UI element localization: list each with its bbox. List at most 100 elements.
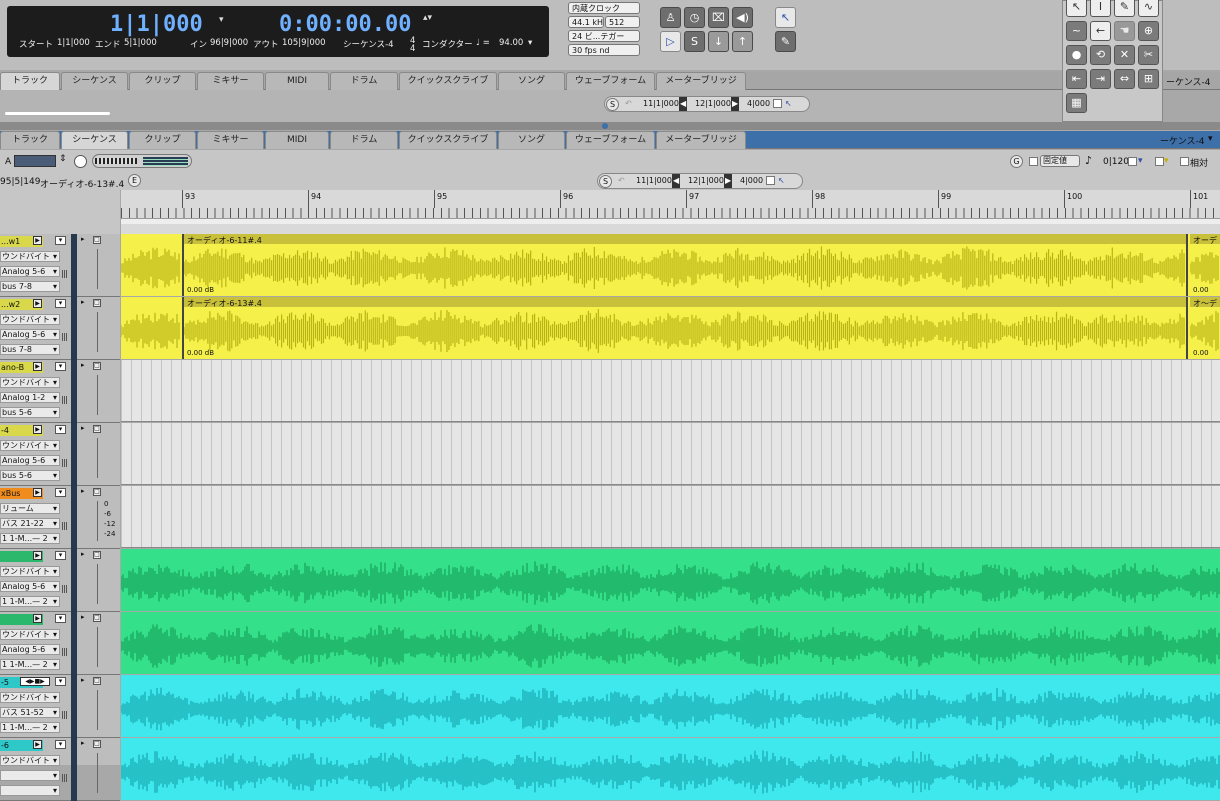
expand-icon[interactable]: ▸	[81, 739, 85, 747]
track-lane[interactable]	[121, 360, 1220, 422]
track-input-field[interactable]: ウンドバイト	[0, 755, 60, 766]
audio-clip[interactable]	[121, 738, 1220, 800]
track-output-field[interactable]	[0, 785, 60, 796]
track-settings-icon[interactable]: □	[93, 488, 101, 496]
magnet-blue-icon[interactable]: ▾	[1138, 156, 1143, 166]
upper-nav-checkbox[interactable]	[773, 99, 782, 108]
timeline-ruler[interactable]: 93 94 95 96 97 98 99 100 101	[121, 190, 1220, 234]
track-input-field[interactable]: ウンドバイト	[0, 629, 60, 640]
clock-icon[interactable]: ◷	[684, 7, 705, 28]
pointer-tool-icon[interactable]: ↖	[775, 7, 796, 28]
divider-handle[interactable]	[602, 123, 608, 129]
relative-checkbox[interactable]	[1180, 157, 1189, 166]
track-menu-icon[interactable]: ▾	[55, 299, 66, 308]
record-controls-icon[interactable]: ◀▶■▶	[20, 677, 50, 686]
tab-mixer-upper[interactable]: ミキサー	[197, 72, 264, 90]
play-enable-icon[interactable]: ▶	[33, 740, 42, 749]
tab-midi-upper[interactable]: MIDI	[265, 72, 329, 90]
loop-tool-icon[interactable]: ⟲	[1090, 45, 1111, 65]
track-input-field[interactable]: ウンドバイト	[0, 251, 60, 262]
meter-display[interactable]: 44	[410, 37, 415, 54]
nav-checkbox[interactable]	[766, 176, 775, 185]
track-settings-icon[interactable]: □	[93, 425, 101, 433]
track-header[interactable]: xBus▶▾▸□リュームバス 21-221 1-M...— 20-6-12-24	[0, 486, 120, 549]
expand-icon[interactable]: ▸	[81, 361, 85, 369]
expand-icon[interactable]: ▸	[81, 487, 85, 495]
e-button[interactable]: E	[128, 174, 141, 187]
tab-sequence-upper[interactable]: シーケンス	[61, 72, 128, 90]
play-enable-icon[interactable]: ▶	[33, 488, 42, 497]
play-enable-icon[interactable]: ▶	[33, 299, 42, 308]
track-io-field[interactable]	[0, 770, 60, 781]
track-menu-icon[interactable]: ▾	[55, 425, 66, 434]
track-lane[interactable]	[121, 738, 1220, 800]
volume-line[interactable]	[97, 753, 98, 793]
track-io-field[interactable]: Analog 5-6	[0, 266, 60, 277]
clip-prev[interactable]	[121, 297, 181, 359]
out-value[interactable]: 105|9|000	[282, 38, 326, 48]
nav-pointer-icon[interactable]: ↖	[778, 174, 785, 188]
upper-nav-bar[interactable]: S ↶ 11|1|000 ◀ 12|1|000 ▶ 4|000 ↖	[604, 96, 810, 112]
grip-icon[interactable]	[62, 648, 67, 656]
track-io-field[interactable]: Analog 5-6	[0, 455, 60, 466]
snap-checkbox[interactable]	[1155, 157, 1164, 166]
grip-icon[interactable]	[62, 585, 67, 593]
left-arrow-tool-icon[interactable]: ←	[1090, 21, 1111, 41]
transport-counter[interactable]: 1|1|000 ▾ 0:00:00.00 ▴▾ スタート 1|1|000 エンド…	[7, 6, 549, 57]
ibeam-tool-icon[interactable]: I	[1090, 0, 1111, 17]
track-menu-icon[interactable]: ▾	[55, 236, 66, 245]
play-enable-icon[interactable]: ▶	[33, 362, 42, 371]
track-input-field[interactable]: リューム	[0, 503, 60, 514]
track-output-field[interactable]: bus 5-6	[0, 470, 60, 481]
erase-tool-icon[interactable]: ✕	[1114, 45, 1135, 65]
tab-quickscribe[interactable]: クイックスクライブ	[399, 131, 497, 149]
tempo-dropdown-icon[interactable]: ▾	[528, 38, 532, 48]
tab-sequence[interactable]: シーケンス	[61, 131, 128, 149]
tab-drum[interactable]: ドラム	[330, 131, 398, 149]
grid-checkbox[interactable]	[1128, 157, 1137, 166]
expand-icon[interactable]: ▸	[81, 298, 85, 306]
track-output-field[interactable]: 1 1-M...— 2	[0, 533, 60, 544]
track-header[interactable]: ...w1▶▾▸□ウンドバイトAnalog 5-6bus 7-8	[0, 234, 120, 297]
track-header[interactable]: ano-B▶▾▸□ウンドバイトAnalog 1-2bus 5-6	[0, 360, 120, 423]
upper-nav-next-icon[interactable]: ▶	[731, 97, 740, 111]
nav-next-icon[interactable]: ▶	[724, 174, 733, 188]
tab-tracks-upper[interactable]: トラック	[0, 72, 60, 90]
track-lane[interactable]	[121, 549, 1220, 611]
track-header[interactable]: -5▶▾▸□ウンドバイトバス 51-521 1-M...— 2◀▶■▶	[0, 675, 120, 738]
grip-icon[interactable]	[62, 396, 67, 404]
tab-quickscribe-upper[interactable]: クイックスクライブ	[399, 72, 497, 90]
track-output-field[interactable]: bus 7-8	[0, 344, 60, 355]
upper-nav-length[interactable]: 4|000	[747, 97, 770, 111]
upper-nav-end[interactable]: 12|1|000	[695, 97, 731, 111]
nav-length[interactable]: 4|000	[740, 174, 763, 188]
tab-clip[interactable]: クリップ	[129, 131, 196, 149]
track-lane[interactable]	[121, 486, 1220, 548]
clip-header[interactable]	[184, 297, 1186, 307]
volume-line[interactable]	[97, 375, 98, 415]
knob-icon[interactable]	[74, 155, 87, 168]
track-output-field[interactable]: bus 7-8	[0, 281, 60, 292]
track-header[interactable]: ...w2▶▾▸□ウンドバイトAnalog 5-6bus 7-8	[0, 297, 120, 360]
split-left-icon[interactable]: ⇤	[1066, 69, 1087, 89]
tab-meterbridge-upper[interactable]: メーターブリッジ	[656, 72, 746, 90]
audio-clip[interactable]	[121, 675, 1220, 737]
nav-prev-icon[interactable]: ◀	[672, 174, 681, 188]
track-settings-icon[interactable]: □	[93, 551, 101, 559]
fit-tool-icon[interactable]: ⊞	[1138, 69, 1159, 89]
track-header[interactable]: ▶ ▾ ▸ □ ウンドバイト Analog 5-6 1 1-M...— 2	[0, 612, 120, 675]
g-button[interactable]: G	[1010, 155, 1023, 168]
grip-icon[interactable]	[62, 270, 67, 278]
pane-divider[interactable]	[0, 122, 1220, 130]
tempo-value[interactable]: 94.00	[499, 38, 523, 48]
volume-line[interactable]	[97, 438, 98, 478]
tab-song[interactable]: ソング	[498, 131, 565, 149]
upper-nav-prev-icon[interactable]: ◀	[679, 97, 688, 111]
tab-drum-upper[interactable]: ドラム	[330, 72, 398, 90]
track-output-field[interactable]: 1 1-M...— 2	[0, 596, 60, 607]
track-menu-icon[interactable]: ▾	[55, 551, 66, 560]
track-menu-icon[interactable]: ▾	[55, 677, 66, 686]
volume-line[interactable]	[97, 312, 98, 352]
track-io-field[interactable]: Analog 5-6	[0, 644, 60, 655]
track-io-field[interactable]: バス 21-22	[0, 518, 60, 529]
